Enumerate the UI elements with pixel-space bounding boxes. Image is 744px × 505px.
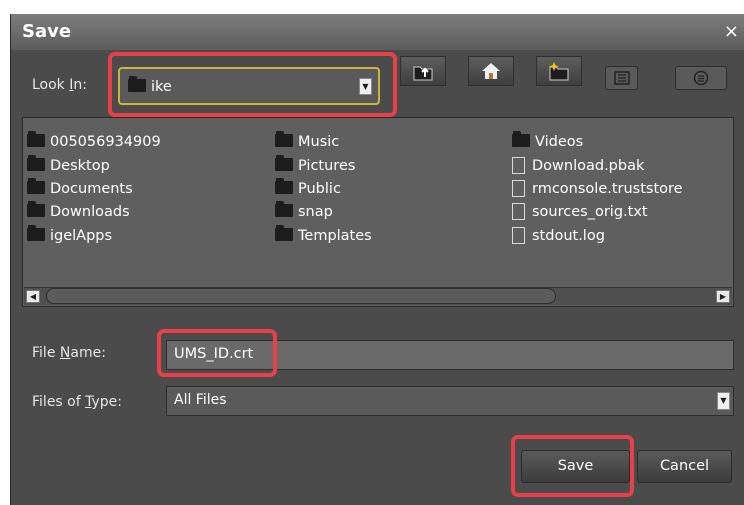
- folder-icon: [27, 200, 45, 217]
- files-of-type-combo[interactable]: All Files ▼: [166, 386, 734, 416]
- create-new-folder-icon: [549, 62, 569, 81]
- scroll-right-icon[interactable]: ▶: [716, 290, 730, 303]
- up-one-level-icon: [413, 66, 433, 81]
- look-in-label: Look In:: [32, 77, 87, 93]
- scroll-left-icon[interactable]: ◀: [26, 290, 40, 303]
- item-label: igelApps: [50, 228, 113, 244]
- folder-item[interactable]: Pictures: [275, 154, 356, 176]
- folder-icon: [275, 200, 293, 217]
- files-of-type-value: All Files: [174, 392, 227, 408]
- folder-icon: [27, 154, 45, 171]
- item-label: Templates: [298, 228, 372, 244]
- folder-icon: [275, 154, 293, 171]
- file-name-highlight: [157, 329, 277, 377]
- files-of-type-label: Files of Type:: [32, 394, 123, 410]
- file-list[interactable]: ◀ ▶ 005056934909 Desktop Documents Download…: [22, 117, 734, 307]
- home-button[interactable]: [468, 56, 514, 86]
- file-item[interactable]: rmconsole.truststore: [509, 179, 683, 199]
- file-item[interactable]: Download.pbak: [509, 156, 644, 176]
- details-view-icon: [693, 70, 709, 86]
- item-label: Desktop: [50, 158, 110, 174]
- item-label: Music: [298, 134, 340, 150]
- file-icon: [512, 179, 525, 197]
- folder-item[interactable]: Videos: [512, 130, 584, 152]
- cancel-button[interactable]: Cancel: [637, 450, 732, 483]
- chevron-down-icon[interactable]: ▼: [717, 392, 730, 410]
- folder-item[interactable]: igelApps: [27, 224, 113, 246]
- close-icon[interactable]: ×: [724, 21, 739, 42]
- dialog-title: Save: [22, 21, 72, 42]
- scrollbar-thumb[interactable]: [46, 288, 556, 304]
- item-label: Pictures: [298, 158, 356, 174]
- folder-item[interactable]: Templates: [275, 224, 372, 246]
- title-bar[interactable]: Save ×: [11, 14, 744, 50]
- folder-icon: [275, 130, 293, 147]
- file-item[interactable]: sources_orig.txt: [509, 202, 648, 222]
- folder-item[interactable]: Documents: [27, 177, 133, 199]
- folder-item[interactable]: snap: [275, 200, 333, 222]
- save-button-highlight: [511, 435, 634, 497]
- item-label: rmconsole.truststore: [532, 181, 683, 197]
- folder-icon: [27, 177, 45, 194]
- file-icon: [512, 226, 525, 244]
- item-label: Documents: [50, 181, 133, 197]
- folder-icon: [512, 130, 530, 147]
- item-label: stdout.log: [532, 228, 605, 244]
- folder-icon: [275, 177, 293, 194]
- look-in-highlight: [108, 52, 397, 117]
- home-icon: [482, 63, 500, 79]
- folder-item[interactable]: Music: [275, 130, 340, 152]
- item-label: Downloads: [50, 204, 130, 220]
- item-label: Public: [298, 181, 341, 197]
- item-label: Videos: [535, 134, 584, 150]
- list-view-icon: [614, 71, 630, 85]
- folder-item[interactable]: Downloads: [27, 200, 130, 222]
- create-new-folder-button[interactable]: [536, 56, 582, 86]
- item-label: Download.pbak: [532, 158, 645, 174]
- folder-item[interactable]: 005056934909: [27, 130, 161, 152]
- file-icon: [512, 202, 525, 220]
- item-label: 005056934909: [50, 134, 161, 150]
- folder-item[interactable]: Public: [275, 177, 341, 199]
- file-name-label: File Name:: [32, 345, 106, 361]
- horizontal-scrollbar[interactable]: ◀ ▶: [24, 287, 732, 305]
- folder-item[interactable]: Desktop: [27, 154, 110, 176]
- up-one-level-button[interactable]: [400, 56, 446, 86]
- folder-icon: [275, 224, 293, 241]
- folder-icon: [27, 130, 45, 147]
- details-view-button[interactable]: [675, 66, 727, 90]
- folder-icon: [27, 224, 45, 241]
- file-item[interactable]: stdout.log: [509, 226, 605, 246]
- item-label: snap: [298, 204, 333, 220]
- file-icon: [512, 156, 525, 174]
- list-view-button[interactable]: [605, 66, 638, 90]
- item-label: sources_orig.txt: [532, 204, 648, 220]
